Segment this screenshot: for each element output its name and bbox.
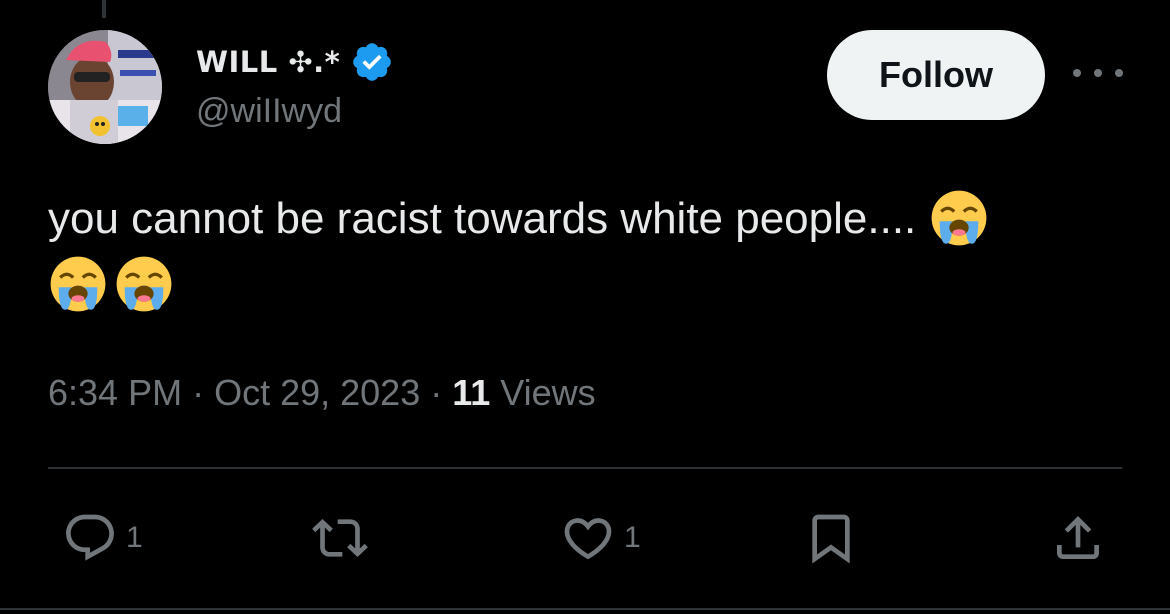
more-dot bbox=[1094, 69, 1102, 77]
avatar-image bbox=[48, 30, 162, 144]
display-name[interactable]: WILL ✣.* bbox=[196, 45, 340, 79]
heart-icon bbox=[564, 518, 612, 560]
user-handle[interactable]: @wiIIwyd bbox=[196, 92, 342, 131]
reply-icon bbox=[66, 514, 114, 561]
retweet-button[interactable] bbox=[312, 510, 368, 566]
author-name-row[interactable]: WILL ✣.* bbox=[196, 40, 394, 84]
retweet-icon bbox=[312, 519, 368, 557]
tweet-meta: 6:34 PM · Oct 29, 2023 · 11 Views bbox=[48, 372, 596, 414]
like-button[interactable]: 1 bbox=[560, 510, 641, 566]
tweet-date[interactable]: Oct 29, 2023 bbox=[214, 372, 420, 413]
meta-separator: · bbox=[420, 372, 453, 413]
divider bbox=[48, 467, 1122, 469]
tweet-time[interactable]: 6:34 PM bbox=[48, 372, 182, 413]
more-dot bbox=[1073, 69, 1081, 77]
tweet-text: you cannot be racist towards white peopl… bbox=[48, 186, 1128, 318]
avatar[interactable] bbox=[48, 30, 162, 144]
loudly-crying-face-icon bbox=[50, 256, 106, 312]
more-dot bbox=[1115, 69, 1123, 77]
thread-connector-line bbox=[102, 0, 106, 18]
follow-button[interactable]: Follow bbox=[827, 30, 1045, 120]
share-button[interactable] bbox=[1050, 510, 1106, 566]
like-count: 1 bbox=[624, 521, 641, 554]
reply-button[interactable]: 1 bbox=[62, 510, 143, 566]
verified-badge-icon bbox=[353, 43, 392, 81]
views-label: Views bbox=[490, 372, 596, 413]
loudly-crying-face-icon bbox=[931, 190, 986, 246]
loudly-crying-face-icon bbox=[116, 256, 172, 312]
bookmark-button[interactable] bbox=[803, 510, 859, 566]
tweet-body: you cannot be racist towards white peopl… bbox=[48, 194, 917, 243]
meta-separator: · bbox=[182, 372, 215, 413]
divider bbox=[0, 608, 1170, 610]
share-icon bbox=[1057, 516, 1099, 559]
views-count: 11 bbox=[452, 372, 491, 413]
bookmark-icon bbox=[812, 514, 850, 564]
more-options-icon[interactable] bbox=[1073, 58, 1123, 88]
reply-count: 1 bbox=[126, 521, 143, 554]
